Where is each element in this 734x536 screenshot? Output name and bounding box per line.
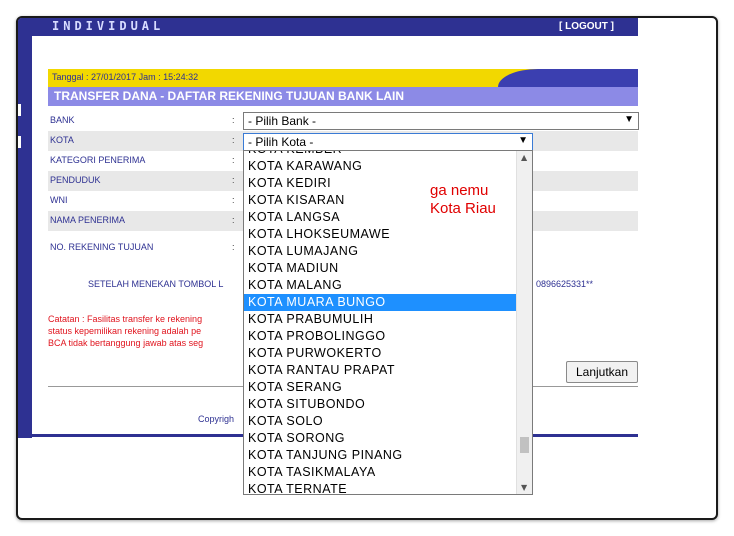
app-title: INDIVIDUAL bbox=[52, 19, 165, 33]
scrollbar-thumb[interactable] bbox=[520, 437, 529, 453]
date-bar: Tanggal : 27/01/2017 Jam : 15:24:32 bbox=[48, 69, 638, 87]
dropdown-option[interactable]: KOTA MALANG bbox=[244, 277, 516, 294]
left-sidebar bbox=[18, 18, 32, 438]
colon: : bbox=[232, 215, 235, 225]
dropdown-option[interactable]: KOTA RANTAU PRAPAT bbox=[244, 362, 516, 379]
scroll-down-icon[interactable]: ▼ bbox=[521, 483, 527, 492]
dropdown-option[interactable]: KOTA SOLO bbox=[244, 413, 516, 430]
logout-link[interactable]: [ LOGOUT ] bbox=[559, 21, 614, 32]
bank-label: BANK bbox=[50, 115, 75, 125]
note-line: status kepemilikan rekening adalah pe bbox=[48, 326, 202, 336]
chevron-down-icon: ▼ bbox=[518, 135, 528, 146]
page-title-bar: TRANSFER DANA - DAFTAR REKENING TUJUAN B… bbox=[48, 87, 638, 106]
wni-label: WNI bbox=[50, 195, 68, 205]
bank-select-value: - Pilih Bank - bbox=[248, 114, 317, 128]
top-bar: INDIVIDUAL [ LOGOUT ] bbox=[18, 18, 638, 36]
dropdown-option[interactable]: KOTA PRABUMULIH bbox=[244, 311, 516, 328]
norek-label: NO. REKENING TUJUAN bbox=[50, 242, 154, 252]
dropdown-option[interactable]: KOTA SERANG bbox=[244, 379, 516, 396]
dropdown-option[interactable]: KOTA SITUBONDO bbox=[244, 396, 516, 413]
kota-select-value: - Pilih Kota - bbox=[248, 135, 314, 149]
dropdown-option[interactable]: KOTA TERNATE bbox=[244, 481, 516, 494]
annotation-line: Kota Riau bbox=[430, 200, 496, 217]
dropdown-option[interactable]: KOTA KEMBER bbox=[244, 151, 516, 158]
chevron-down-icon: ▼ bbox=[624, 114, 634, 125]
colon: : bbox=[232, 135, 235, 145]
colon: : bbox=[232, 195, 235, 205]
page-title: TRANSFER DANA - DAFTAR REKENING TUJUAN B… bbox=[54, 89, 404, 103]
continue-button[interactable]: Lanjutkan bbox=[566, 361, 638, 383]
colon: : bbox=[232, 175, 235, 185]
dropdown-option[interactable]: KOTA KARAWANG bbox=[244, 158, 516, 175]
dropdown-option[interactable]: KOTA MADIUN bbox=[244, 260, 516, 277]
kategori-label: KATEGORI PENERIMA bbox=[50, 155, 146, 165]
dropdown-option[interactable]: KOTA SORONG bbox=[244, 430, 516, 447]
sidebar-mark bbox=[18, 136, 21, 148]
kota-select[interactable]: - Pilih Kota - ▼ bbox=[243, 133, 533, 151]
dropdown-option[interactable]: KOTA PROBOLINGGO bbox=[244, 328, 516, 345]
nama-label: NAMA PENERIMA bbox=[50, 215, 126, 225]
annotation-line: ga nemu bbox=[430, 182, 489, 199]
dropdown-option[interactable]: KOTA MUARA BUNGO bbox=[244, 294, 516, 311]
date-time-text: Tanggal : 27/01/2017 Jam : 15:24:32 bbox=[52, 72, 199, 82]
info-text: SETELAH MENEKAN TOMBOL L bbox=[88, 279, 224, 289]
scroll-up-icon[interactable]: ▲ bbox=[521, 153, 527, 162]
header-wave bbox=[498, 69, 638, 87]
dropdown-option[interactable]: KOTA LHOKSEUMAWE bbox=[244, 226, 516, 243]
copyright-text: Copyrigh bbox=[198, 414, 235, 424]
dropdown-scrollbar[interactable]: ▲ ▼ bbox=[516, 151, 532, 494]
dropdown-option[interactable]: KOTA TANJUNG PINANG bbox=[244, 447, 516, 464]
colon: : bbox=[232, 115, 235, 125]
note-line: BCA tidak bertanggung jawab atas seg bbox=[48, 338, 204, 348]
info-text-phone: 0896625331** bbox=[536, 279, 594, 289]
browser-frame: INDIVIDUAL [ LOGOUT ] Tanggal : 27/01/20… bbox=[16, 16, 718, 520]
colon: : bbox=[232, 242, 235, 252]
dropdown-option[interactable]: KOTA TASIKMALAYA bbox=[244, 464, 516, 481]
sidebar-mark bbox=[18, 104, 21, 116]
colon: : bbox=[232, 155, 235, 165]
bank-select[interactable]: - Pilih Bank - ▼ bbox=[243, 112, 639, 130]
note-line: Catatan : Fasilitas transfer ke rekening bbox=[48, 314, 203, 324]
dropdown-option[interactable]: KOTA PURWOKERTO bbox=[244, 345, 516, 362]
dropdown-option[interactable]: KOTA LUMAJANG bbox=[244, 243, 516, 260]
kota-label: KOTA bbox=[50, 135, 74, 145]
handwritten-annotation: ga nemu Kota Riau bbox=[430, 182, 496, 218]
penduduk-label: PENDUDUK bbox=[50, 175, 101, 185]
